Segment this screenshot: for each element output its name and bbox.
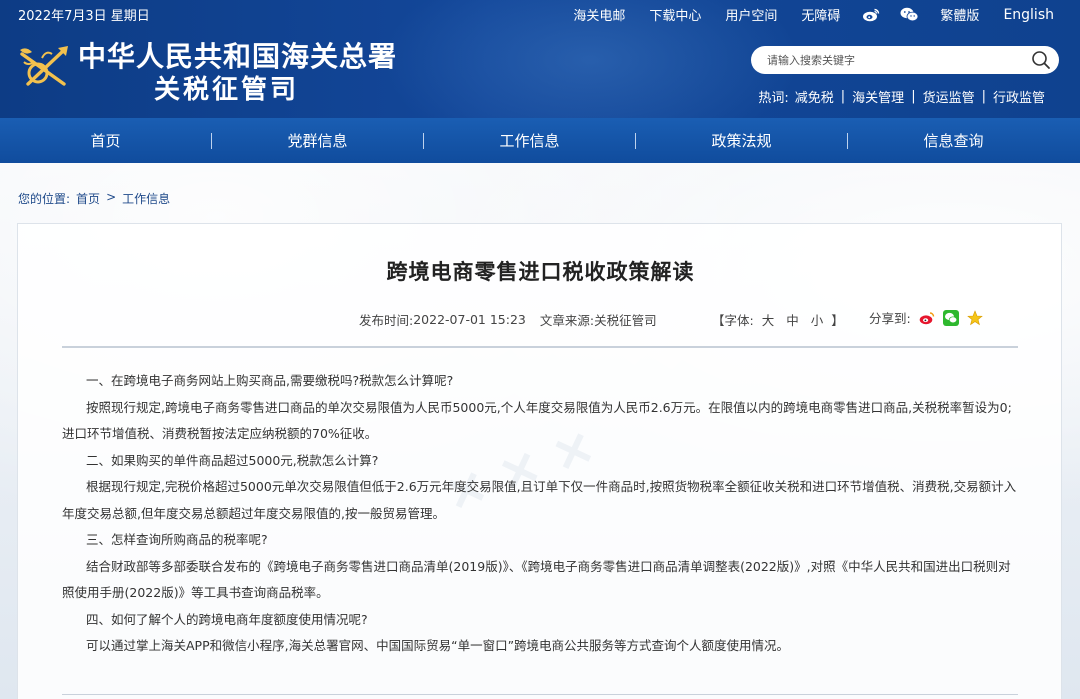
font-size-open: 【字体:	[712, 313, 754, 328]
wechat-icon[interactable]	[899, 7, 919, 23]
nav-separator	[423, 132, 424, 149]
article-paragraph: 根据现行规定,完税价格超过5000元单次交易限值但低于2.6万元年度交易限值,且…	[62, 479, 1017, 521]
article-paragraph: 二、如果购买的单件商品超过5000元,税款怎么计算?	[86, 452, 379, 468]
hot-word-cargo-supervision[interactable]: 货运监管	[923, 87, 975, 106]
hot-word-separator: |	[840, 89, 846, 104]
publish-label: 发布时间:	[359, 313, 414, 328]
breadcrumb-label: 您的位置:	[18, 192, 71, 206]
link-user-space[interactable]: 用户空间	[713, 5, 789, 24]
article-card: ✕ ✕ ✕ 跨境电商零售进口税收政策解读 发布时间: 2022-07-01 15…	[17, 223, 1062, 699]
current-date: 2022年7月3日 星期日	[18, 9, 150, 24]
article-paragraph: 按照现行规定,跨境电子商务零售进口商品的单次交易限值为人民币5000元,个人年度…	[62, 399, 1012, 442]
breadcrumb-home[interactable]: 首页	[76, 190, 100, 207]
article-meta: 发布时间: 2022-07-01 15:23 文章来源: 关税征管司	[359, 310, 657, 329]
breadcrumb-arrow: >	[106, 190, 117, 204]
nav-item-home[interactable]: 首页	[0, 130, 211, 151]
font-size-medium[interactable]: 中	[786, 313, 799, 328]
site-name-line2: 关税征管司	[154, 75, 300, 105]
article-title: 跨境电商零售进口税收政策解读	[386, 260, 695, 284]
share-favorite-icon[interactable]	[966, 309, 983, 326]
weibo-icon[interactable]	[861, 7, 881, 23]
nav-item-policy[interactable]: 政策法规	[636, 130, 847, 151]
link-download-center[interactable]: 下载中心	[637, 5, 713, 24]
article-paragraph: 结合财政部等多部委联合发布的《跨境电子商务零售进口商品清单(2019版)》、《跨…	[62, 558, 1011, 601]
hot-word-customs-management[interactable]: 海关管理	[852, 87, 904, 106]
article-paragraph: 可以通过掌上海关APP和微信小程序,海关总署官网、中国国际贸易“单一窗口”跨境电…	[86, 638, 790, 653]
customs-emblem-logo[interactable]	[18, 40, 70, 92]
search-icon[interactable]	[1029, 48, 1053, 72]
nav-item-work-info[interactable]: 工作信息	[424, 130, 635, 151]
hot-word-tax-reduction[interactable]: 减免税	[795, 87, 834, 106]
hot-word-separator: |	[981, 89, 986, 104]
link-customs-email[interactable]: 海关电邮	[561, 5, 637, 24]
hot-word-separator: |	[911, 89, 916, 104]
nav-separator	[211, 132, 212, 149]
bottom-divider	[62, 694, 1018, 695]
breadcrumb: 您的位置: 首页 > 工作信息	[18, 190, 170, 207]
share-label: 分享到:	[869, 311, 911, 326]
share-bar: 分享到:	[869, 308, 983, 327]
search-box	[751, 46, 1059, 74]
font-size-large[interactable]: 大	[762, 313, 775, 328]
main-nav: 首页 党群信息 工作信息 政策法规 信息查询	[0, 118, 1080, 163]
hot-words-label: 热词:	[758, 91, 789, 106]
link-accessibility[interactable]: 无障碍	[789, 5, 852, 24]
site-name[interactable]: 中华人民共和国海关总署 关税征管司	[78, 40, 397, 106]
search-input[interactable]	[767, 53, 1029, 67]
nav-separator	[847, 132, 848, 149]
site-header: 2022年7月3日 星期日 海关电邮 下载中心 用户空间 无障碍 繁體版 Eng…	[0, 0, 1080, 118]
breadcrumb-current[interactable]: 工作信息	[122, 190, 170, 207]
article-body: 一、在跨境电子商务网站上购买商品,需要缴税吗?税款怎么计算呢? 按照现行规定,跨…	[62, 368, 1022, 660]
source-label: 文章来源:	[539, 313, 595, 328]
article-paragraph: 三、怎样查询所购商品的税率呢?	[86, 532, 268, 547]
hot-words: 热词: 减免税 | 海关管理 | 货运监管 | 行政监管	[758, 87, 1045, 106]
font-size-control: 【字体: 大 中 小 】	[712, 310, 844, 329]
publish-time: 2022-07-01 15:23	[413, 312, 526, 327]
title-divider	[62, 346, 1018, 348]
nav-item-info-query[interactable]: 信息查询	[848, 130, 1059, 151]
article-paragraph: 一、在跨境电子商务网站上购买商品,需要缴税吗?税款怎么计算呢?	[86, 373, 454, 388]
article-paragraph: 四、如何了解个人的跨境电商年度额度使用情况呢?	[86, 611, 368, 627]
hot-word-admin-supervision[interactable]: 行政监管	[993, 87, 1045, 106]
link-english[interactable]: English	[991, 7, 1054, 23]
share-wechat-icon[interactable]	[942, 309, 959, 326]
nav-separator	[635, 132, 636, 149]
font-size-small[interactable]: 小	[811, 313, 824, 328]
share-weibo-icon[interactable]	[919, 310, 935, 326]
font-size-close: 】	[831, 313, 844, 328]
top-links: 海关电邮 下载中心 用户空间 无障碍 繁體版 English	[561, 5, 1054, 25]
link-traditional-chinese[interactable]: 繁體版	[928, 5, 991, 24]
site-name-line1: 中华人民共和国海关总署	[78, 40, 398, 73]
nav-item-party-info[interactable]: 党群信息	[212, 130, 423, 151]
article-source: 关税征管司	[594, 313, 657, 328]
